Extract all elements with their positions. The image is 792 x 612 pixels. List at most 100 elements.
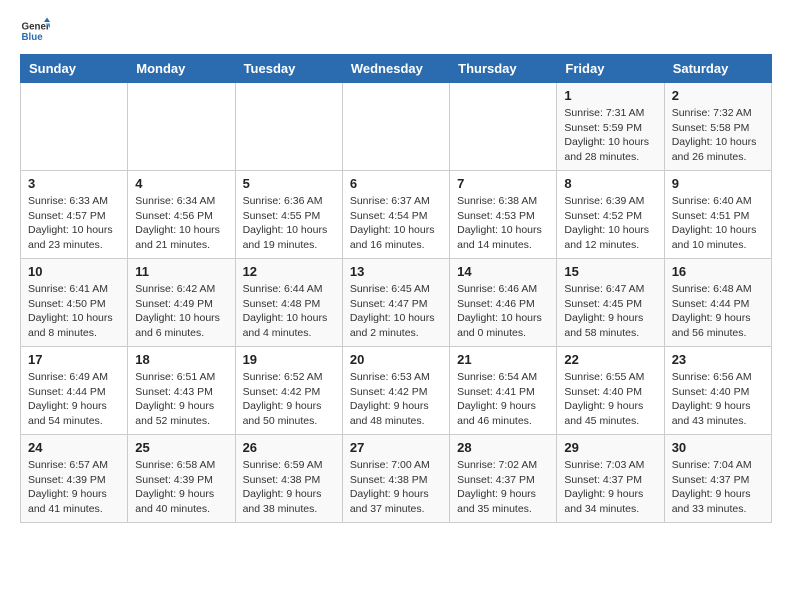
col-header-wednesday: Wednesday xyxy=(342,55,449,83)
day-info: Sunrise: 6:41 AMSunset: 4:50 PMDaylight:… xyxy=(28,282,120,341)
day-number: 17 xyxy=(28,352,120,367)
day-info: Sunrise: 6:36 AMSunset: 4:55 PMDaylight:… xyxy=(243,194,335,253)
calendar-page: General Blue SundayMondayTuesdayWednesda… xyxy=(0,0,792,539)
day-info: Sunrise: 6:37 AMSunset: 4:54 PMDaylight:… xyxy=(350,194,442,253)
logo-icon: General Blue xyxy=(20,16,50,46)
day-info: Sunrise: 6:38 AMSunset: 4:53 PMDaylight:… xyxy=(457,194,549,253)
day-cell xyxy=(450,83,557,171)
day-cell: 8 Sunrise: 6:39 AMSunset: 4:52 PMDaylight… xyxy=(557,171,664,259)
day-number: 20 xyxy=(350,352,442,367)
day-number: 14 xyxy=(457,264,549,279)
day-number: 4 xyxy=(135,176,227,191)
day-number: 12 xyxy=(243,264,335,279)
day-info: Sunrise: 6:40 AMSunset: 4:51 PMDaylight:… xyxy=(672,194,764,253)
header: General Blue xyxy=(20,16,772,46)
day-cell: 7 Sunrise: 6:38 AMSunset: 4:53 PMDaylight… xyxy=(450,171,557,259)
day-info: Sunrise: 6:51 AMSunset: 4:43 PMDaylight:… xyxy=(135,370,227,429)
day-info: Sunrise: 6:45 AMSunset: 4:47 PMDaylight:… xyxy=(350,282,442,341)
day-cell: 26 Sunrise: 6:59 AMSunset: 4:38 PMDayligh… xyxy=(235,435,342,523)
col-header-monday: Monday xyxy=(128,55,235,83)
day-cell: 17 Sunrise: 6:49 AMSunset: 4:44 PMDayligh… xyxy=(21,347,128,435)
day-number: 27 xyxy=(350,440,442,455)
day-info: Sunrise: 7:31 AMSunset: 5:59 PMDaylight:… xyxy=(564,106,656,165)
day-cell: 20Sunrise: 6:53 AMSunset: 4:42 PMDayligh… xyxy=(342,347,449,435)
day-cell: 13Sunrise: 6:45 AMSunset: 4:47 PMDayligh… xyxy=(342,259,449,347)
day-info: Sunrise: 7:04 AMSunset: 4:37 PMDaylight:… xyxy=(672,458,764,517)
day-cell: 29Sunrise: 7:03 AMSunset: 4:37 PMDayligh… xyxy=(557,435,664,523)
day-cell: 16 Sunrise: 6:48 AMSunset: 4:44 PMDayligh… xyxy=(664,259,771,347)
col-header-saturday: Saturday xyxy=(664,55,771,83)
day-info: Sunrise: 6:46 AMSunset: 4:46 PMDaylight:… xyxy=(457,282,549,341)
day-info: Sunrise: 6:57 AMSunset: 4:39 PMDaylight:… xyxy=(28,458,120,517)
day-number: 11 xyxy=(135,264,227,279)
day-cell: 15 Sunrise: 6:47 AMSunset: 4:45 PMDayligh… xyxy=(557,259,664,347)
day-cell: 12 Sunrise: 6:44 AMSunset: 4:48 PMDayligh… xyxy=(235,259,342,347)
day-cell: 11Sunrise: 6:42 AMSunset: 4:49 PMDayligh… xyxy=(128,259,235,347)
day-info: Sunrise: 6:52 AMSunset: 4:42 PMDaylight:… xyxy=(243,370,335,429)
day-cell: 9 Sunrise: 6:40 AMSunset: 4:51 PMDaylight… xyxy=(664,171,771,259)
day-number: 2 xyxy=(672,88,764,103)
day-cell xyxy=(128,83,235,171)
day-number: 6 xyxy=(350,176,442,191)
col-header-thursday: Thursday xyxy=(450,55,557,83)
day-cell xyxy=(235,83,342,171)
day-info: Sunrise: 7:32 AMSunset: 5:58 PMDaylight:… xyxy=(672,106,764,165)
day-cell xyxy=(21,83,128,171)
day-cell: 21 Sunrise: 6:54 AMSunset: 4:41 PMDayligh… xyxy=(450,347,557,435)
day-info: Sunrise: 6:48 AMSunset: 4:44 PMDaylight:… xyxy=(672,282,764,341)
day-number: 23 xyxy=(672,352,764,367)
day-info: Sunrise: 6:47 AMSunset: 4:45 PMDaylight:… xyxy=(564,282,656,341)
day-number: 30 xyxy=(672,440,764,455)
day-number: 15 xyxy=(564,264,656,279)
day-info: Sunrise: 6:44 AMSunset: 4:48 PMDaylight:… xyxy=(243,282,335,341)
day-cell: 10 Sunrise: 6:41 AMSunset: 4:50 PMDayligh… xyxy=(21,259,128,347)
day-cell: 1Sunrise: 7:31 AMSunset: 5:59 PMDaylight… xyxy=(557,83,664,171)
day-cell: 14 Sunrise: 6:46 AMSunset: 4:46 PMDayligh… xyxy=(450,259,557,347)
week-row-1: 1Sunrise: 7:31 AMSunset: 5:59 PMDaylight… xyxy=(21,83,772,171)
day-cell: 23Sunrise: 6:56 AMSunset: 4:40 PMDayligh… xyxy=(664,347,771,435)
day-info: Sunrise: 6:49 AMSunset: 4:44 PMDaylight:… xyxy=(28,370,120,429)
day-cell: 5 Sunrise: 6:36 AMSunset: 4:55 PMDaylight… xyxy=(235,171,342,259)
day-number: 10 xyxy=(28,264,120,279)
week-row-5: 24 Sunrise: 6:57 AMSunset: 4:39 PMDayligh… xyxy=(21,435,772,523)
day-cell: 19 Sunrise: 6:52 AMSunset: 4:42 PMDayligh… xyxy=(235,347,342,435)
day-info: Sunrise: 6:33 AMSunset: 4:57 PMDaylight:… xyxy=(28,194,120,253)
day-info: Sunrise: 6:39 AMSunset: 4:52 PMDaylight:… xyxy=(564,194,656,253)
day-number: 26 xyxy=(243,440,335,455)
day-number: 7 xyxy=(457,176,549,191)
week-row-4: 17 Sunrise: 6:49 AMSunset: 4:44 PMDayligh… xyxy=(21,347,772,435)
day-number: 3 xyxy=(28,176,120,191)
day-info: Sunrise: 6:54 AMSunset: 4:41 PMDaylight:… xyxy=(457,370,549,429)
week-row-3: 10 Sunrise: 6:41 AMSunset: 4:50 PMDayligh… xyxy=(21,259,772,347)
day-cell: 25 Sunrise: 6:58 AMSunset: 4:39 PMDayligh… xyxy=(128,435,235,523)
day-number: 8 xyxy=(564,176,656,191)
day-number: 28 xyxy=(457,440,549,455)
day-number: 19 xyxy=(243,352,335,367)
calendar-table: SundayMondayTuesdayWednesdayThursdayFrid… xyxy=(20,54,772,523)
day-cell: 2 Sunrise: 7:32 AMSunset: 5:58 PMDaylight… xyxy=(664,83,771,171)
day-cell xyxy=(342,83,449,171)
day-cell: 6 Sunrise: 6:37 AMSunset: 4:54 PMDaylight… xyxy=(342,171,449,259)
day-number: 9 xyxy=(672,176,764,191)
day-info: Sunrise: 6:59 AMSunset: 4:38 PMDaylight:… xyxy=(243,458,335,517)
day-cell: 24 Sunrise: 6:57 AMSunset: 4:39 PMDayligh… xyxy=(21,435,128,523)
day-number: 24 xyxy=(28,440,120,455)
svg-text:General: General xyxy=(22,22,51,33)
day-cell: 22Sunrise: 6:55 AMSunset: 4:40 PMDayligh… xyxy=(557,347,664,435)
day-number: 25 xyxy=(135,440,227,455)
day-number: 21 xyxy=(457,352,549,367)
col-header-sunday: Sunday xyxy=(21,55,128,83)
day-info: Sunrise: 7:00 AMSunset: 4:38 PMDaylight:… xyxy=(350,458,442,517)
svg-text:Blue: Blue xyxy=(22,32,44,43)
day-number: 5 xyxy=(243,176,335,191)
col-header-tuesday: Tuesday xyxy=(235,55,342,83)
day-cell: 3 Sunrise: 6:33 AMSunset: 4:57 PMDaylight… xyxy=(21,171,128,259)
day-number: 29 xyxy=(564,440,656,455)
day-number: 16 xyxy=(672,264,764,279)
day-number: 18 xyxy=(135,352,227,367)
day-cell: 18 Sunrise: 6:51 AMSunset: 4:43 PMDayligh… xyxy=(128,347,235,435)
day-info: Sunrise: 6:58 AMSunset: 4:39 PMDaylight:… xyxy=(135,458,227,517)
day-cell: 30 Sunrise: 7:04 AMSunset: 4:37 PMDayligh… xyxy=(664,435,771,523)
day-info: Sunrise: 6:55 AMSunset: 4:40 PMDaylight:… xyxy=(564,370,656,429)
calendar-body: 1Sunrise: 7:31 AMSunset: 5:59 PMDaylight… xyxy=(21,83,772,523)
